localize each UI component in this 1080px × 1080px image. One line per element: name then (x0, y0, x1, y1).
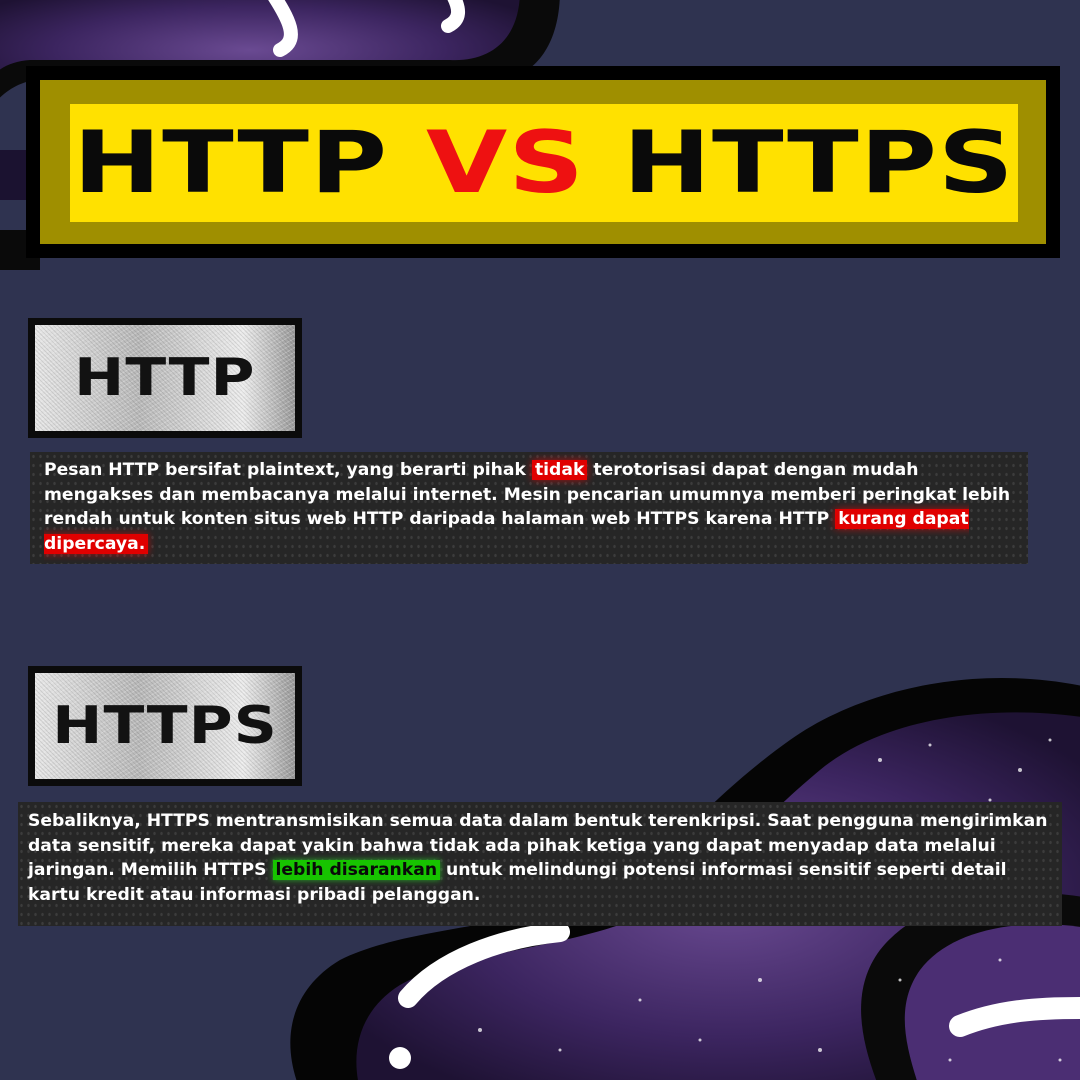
title-banner: HTTP VS HTTPS (26, 66, 1060, 258)
title-part-http: HTTP (73, 113, 427, 213)
page-title: HTTP VS HTTPS (73, 113, 1015, 213)
http-label-box: HTTP (28, 318, 302, 438)
https-description-panel: Sebaliknya, HTTPS mentransmisikan semua … (18, 802, 1062, 926)
http-text-before: Pesan HTTP bersifat plaintext, yang bera… (44, 460, 532, 480)
https-label-box: HTTPS (28, 666, 302, 786)
http-description: Pesan HTTP bersifat plaintext, yang bera… (44, 458, 1016, 556)
title-part-https: HTTPS (585, 113, 1015, 213)
http-description-panel: Pesan HTTP bersifat plaintext, yang bera… (30, 452, 1028, 564)
https-highlight-disarankan: lebih disarankan (272, 860, 441, 880)
title-part-vs: VS (426, 113, 586, 213)
https-label-plate: HTTPS (35, 673, 295, 779)
title-banner-frame: HTTP VS HTTPS (40, 80, 1046, 244)
title-plate: HTTP VS HTTPS (70, 104, 1018, 222)
http-highlight-tidak: tidak (531, 460, 588, 480)
http-label: HTTP (74, 348, 256, 408)
https-label: HTTPS (52, 696, 278, 756)
http-label-plate: HTTP (35, 325, 295, 431)
https-description: Sebaliknya, HTTPS mentransmisikan semua … (28, 809, 1052, 907)
